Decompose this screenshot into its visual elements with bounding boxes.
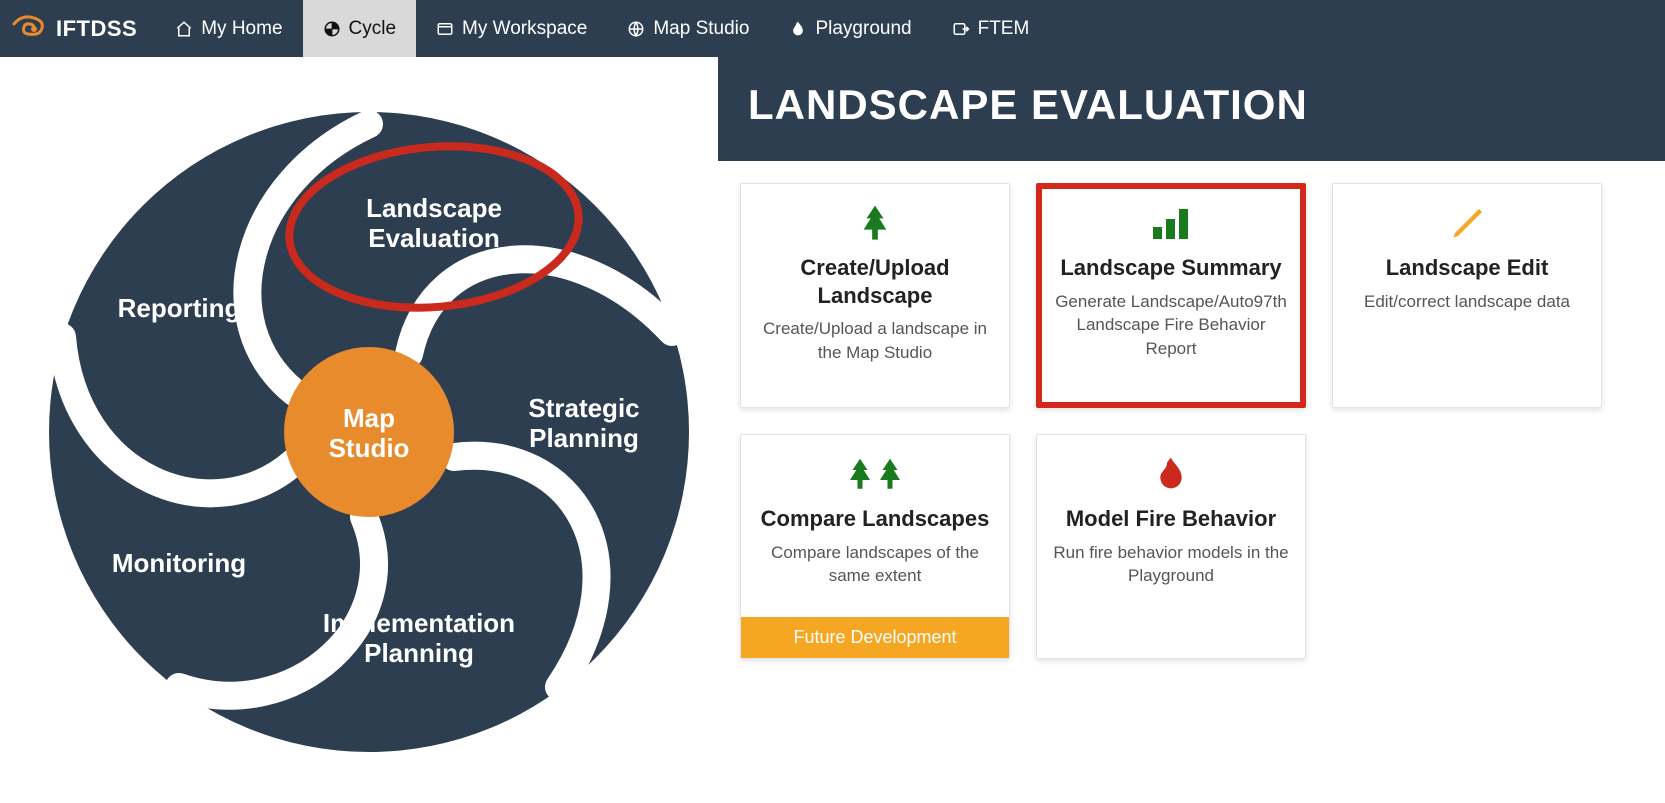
cycle-icon xyxy=(323,20,341,38)
wheel-center-line1: Map xyxy=(343,403,395,433)
card-title-line1: Create/Upload xyxy=(800,254,949,282)
nav-cycle[interactable]: Cycle xyxy=(303,0,417,57)
card-title: Model Fire Behavior xyxy=(1066,505,1276,533)
right-panel: LANDSCAPE EVALUATION Create/Upload Lands… xyxy=(718,57,1665,752)
two-trees-icon xyxy=(845,453,905,497)
brand-name: IFTDSS xyxy=(56,16,137,42)
nav-playground[interactable]: Playground xyxy=(769,0,931,57)
nav-my-home[interactable]: My Home xyxy=(155,0,302,57)
svg-text:Planning: Planning xyxy=(364,638,474,668)
nav-mapstudio-label: Map Studio xyxy=(653,18,749,40)
card-title-line2: Landscape xyxy=(800,282,949,310)
svg-text:Monitoring: Monitoring xyxy=(112,548,246,578)
nav-my-workspace[interactable]: My Workspace xyxy=(416,0,607,57)
card-desc: Create/Upload a landscape in the Map Stu… xyxy=(755,317,995,365)
globe-icon xyxy=(627,20,645,38)
nav-workspace-label: My Workspace xyxy=(462,18,587,40)
nav-ftem-label: FTEM xyxy=(978,18,1030,40)
wheel-segment-reporting[interactable]: Reporting xyxy=(118,293,241,323)
wheel-segment-monitoring[interactable]: Monitoring xyxy=(112,548,246,578)
tree-icon xyxy=(858,202,892,246)
card-title: Landscape Edit xyxy=(1386,254,1549,282)
cycle-wheel: Map Studio Landscape Evaluation Strategi… xyxy=(14,62,704,752)
svg-text:Planning: Planning xyxy=(529,423,639,453)
nav-playground-label: Playground xyxy=(815,18,911,40)
nav-items: My Home Cycle My Workspace Map Studio Pl… xyxy=(155,0,1049,57)
card-desc: Compare landscapes of the same extent xyxy=(755,541,995,589)
wheel-segment-strategic-planning[interactable]: Strategic Planning xyxy=(528,393,639,453)
brand[interactable]: IFTDSS xyxy=(0,0,155,57)
card-desc: Edit/correct landscape data xyxy=(1364,290,1570,314)
wheel-segment-landscape-evaluation[interactable]: Landscape Evaluation xyxy=(366,193,502,253)
bar-chart-icon xyxy=(1151,202,1191,246)
workspace-icon xyxy=(436,20,454,38)
svg-text:Reporting: Reporting xyxy=(118,293,241,323)
flame-icon xyxy=(1155,453,1187,497)
page-header: LANDSCAPE EVALUATION xyxy=(718,57,1665,161)
card-create-upload-landscape[interactable]: Create/Upload Landscape Create/Upload a … xyxy=(740,183,1010,408)
future-development-badge: Future Development xyxy=(741,617,1009,658)
wheel-center-line2: Studio xyxy=(329,433,410,463)
card-title: Landscape Summary xyxy=(1060,254,1281,282)
export-icon xyxy=(952,20,970,38)
svg-text:Implementation: Implementation xyxy=(323,608,515,638)
top-nav: IFTDSS My Home Cycle My Workspace Map St… xyxy=(0,0,1665,57)
svg-text:Strategic: Strategic xyxy=(528,393,639,423)
card-desc: Run fire behavior models in the Playgrou… xyxy=(1051,541,1291,589)
card-desc: Generate Landscape/Auto97th Landscape Fi… xyxy=(1051,290,1291,361)
nav-my-home-label: My Home xyxy=(201,18,282,40)
content: Map Studio Landscape Evaluation Strategi… xyxy=(0,57,1665,752)
nav-map-studio[interactable]: Map Studio xyxy=(607,0,769,57)
card-title: Compare Landscapes xyxy=(761,505,990,533)
pencil-icon xyxy=(1449,202,1485,246)
nav-cycle-label: Cycle xyxy=(349,18,397,40)
fire-icon xyxy=(789,20,807,38)
card-landscape-summary[interactable]: Landscape Summary Generate Landscape/Aut… xyxy=(1036,183,1306,408)
brand-logo-icon xyxy=(12,12,46,45)
card-grid: Create/Upload Landscape Create/Upload a … xyxy=(718,161,1665,681)
cycle-wheel-panel: Map Studio Landscape Evaluation Strategi… xyxy=(0,57,718,752)
svg-text:Evaluation: Evaluation xyxy=(368,223,499,253)
page-title: LANDSCAPE EVALUATION xyxy=(748,81,1635,129)
home-icon xyxy=(175,20,193,38)
card-model-fire-behavior[interactable]: Model Fire Behavior Run fire behavior mo… xyxy=(1036,434,1306,659)
svg-text:Landscape: Landscape xyxy=(366,193,502,223)
card-compare-landscapes[interactable]: Compare Landscapes Compare landscapes of… xyxy=(740,434,1010,659)
nav-ftem[interactable]: FTEM xyxy=(932,0,1050,57)
card-landscape-edit[interactable]: Landscape Edit Edit/correct landscape da… xyxy=(1332,183,1602,408)
